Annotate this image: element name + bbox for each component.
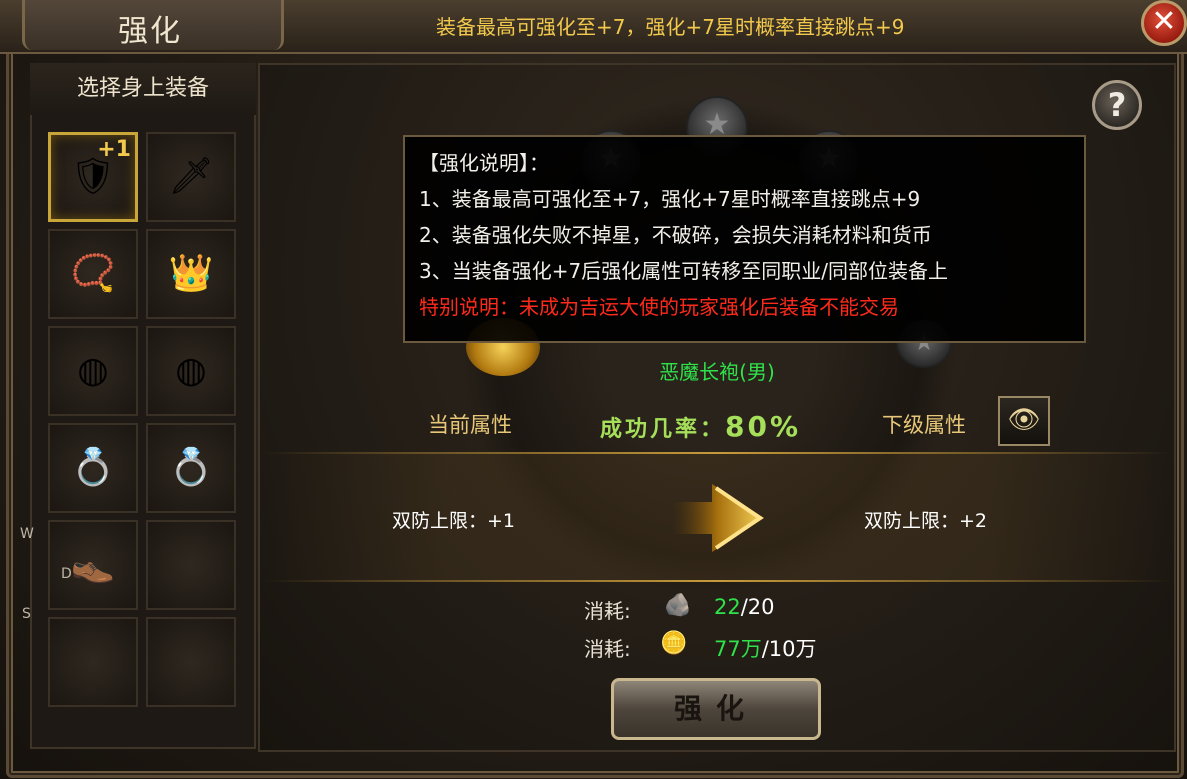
tooltip-line: 2、装备强化失败不掉星，不破碎，会损失消耗材料和货币 xyxy=(419,223,932,247)
tooltip-line: 【强化说明】： xyxy=(419,151,549,175)
tooltip-line: 3、当装备强化+7后强化属性可转移至同职业/同部位装备上 xyxy=(419,259,948,283)
cost-label: 消耗: xyxy=(584,599,631,623)
equipment-slot[interactable]: 🗡 xyxy=(146,132,236,222)
divider xyxy=(262,580,1172,582)
sword-icon: 🗡 xyxy=(168,156,214,197)
close-button[interactable]: ✕ xyxy=(1141,0,1187,46)
armor-icon: 🛡 xyxy=(70,156,116,197)
success-rate-label: 成功几率： xyxy=(600,417,726,442)
eye-icon[interactable]: 👁 xyxy=(998,396,1050,446)
gold-coins-icon: 🪙 xyxy=(660,631,688,656)
side-letter-s: S xyxy=(22,606,31,622)
equipment-slot[interactable]: 📿 xyxy=(48,229,138,319)
necklace-icon: 📿 xyxy=(70,253,116,294)
ring-icon: 💍 xyxy=(168,447,214,488)
ring-icon: 💍 xyxy=(70,447,116,488)
equipment-slot[interactable]: 💍 xyxy=(48,423,138,513)
equipment-slot[interactable]: 👑 xyxy=(146,229,236,319)
equipment-slot[interactable]: 🛡 +1 xyxy=(48,132,138,222)
enhance-info-tooltip: 【强化说明】： 1、装备最高可强化至+7，强化+7星时概率直接跳点+9 2、装备… xyxy=(403,135,1086,343)
equipment-slot[interactable]: 💍 xyxy=(146,423,236,513)
next-stat: 双防上限：+2 xyxy=(864,510,988,532)
boots-icon: 👞 xyxy=(70,544,116,585)
cost-have: 77万 xyxy=(714,637,762,661)
equipment-panel-heading: 选择身上装备 xyxy=(30,63,256,115)
cost-amount: 77万/10万 xyxy=(714,633,817,663)
equipment-slot[interactable] xyxy=(146,617,236,707)
tooltip-warning: 特别说明：未成为吉运大使的玩家强化后装备不能交易 xyxy=(419,295,899,319)
side-letter-d: D xyxy=(61,566,72,582)
enhance-button[interactable]: 强化 xyxy=(611,678,821,740)
success-rate-value: 80% xyxy=(725,410,802,443)
current-attributes-label: 当前属性 xyxy=(428,413,512,437)
helmet-icon: 👑 xyxy=(168,253,214,294)
equipment-slot[interactable]: 👞 xyxy=(48,520,138,610)
equipment-slot[interactable] xyxy=(48,617,138,707)
divider xyxy=(262,452,1172,454)
header-note: 装备最高可强化至+7，强化+7星时概率直接跳点+9 xyxy=(436,15,905,39)
cost-label: 消耗: xyxy=(584,637,631,661)
tooltip-line: 1、装备最高可强化至+7，强化+7星时概率直接跳点+9 xyxy=(419,187,921,211)
window-title: 强化 xyxy=(118,14,182,49)
cost-need: /10万 xyxy=(761,637,817,661)
enhance-level-badge: +1 xyxy=(97,137,131,162)
next-attributes-label: 下级属性 xyxy=(882,413,966,437)
cost-need: /20 xyxy=(740,595,775,619)
equipment-slot[interactable] xyxy=(146,520,236,610)
cost-have: 22 xyxy=(714,595,741,619)
arrow-right-icon xyxy=(672,484,764,552)
current-stat: 双防上限：+1 xyxy=(392,510,516,532)
success-rate: 成功几率：80% xyxy=(600,410,801,443)
help-button[interactable]: ? xyxy=(1092,80,1142,130)
side-letter-w: W xyxy=(20,526,34,542)
ore-icon: 🪨 xyxy=(664,593,692,618)
cost-amount: 22/20 xyxy=(714,595,775,619)
item-name: 恶魔长袍(男) xyxy=(659,360,775,384)
